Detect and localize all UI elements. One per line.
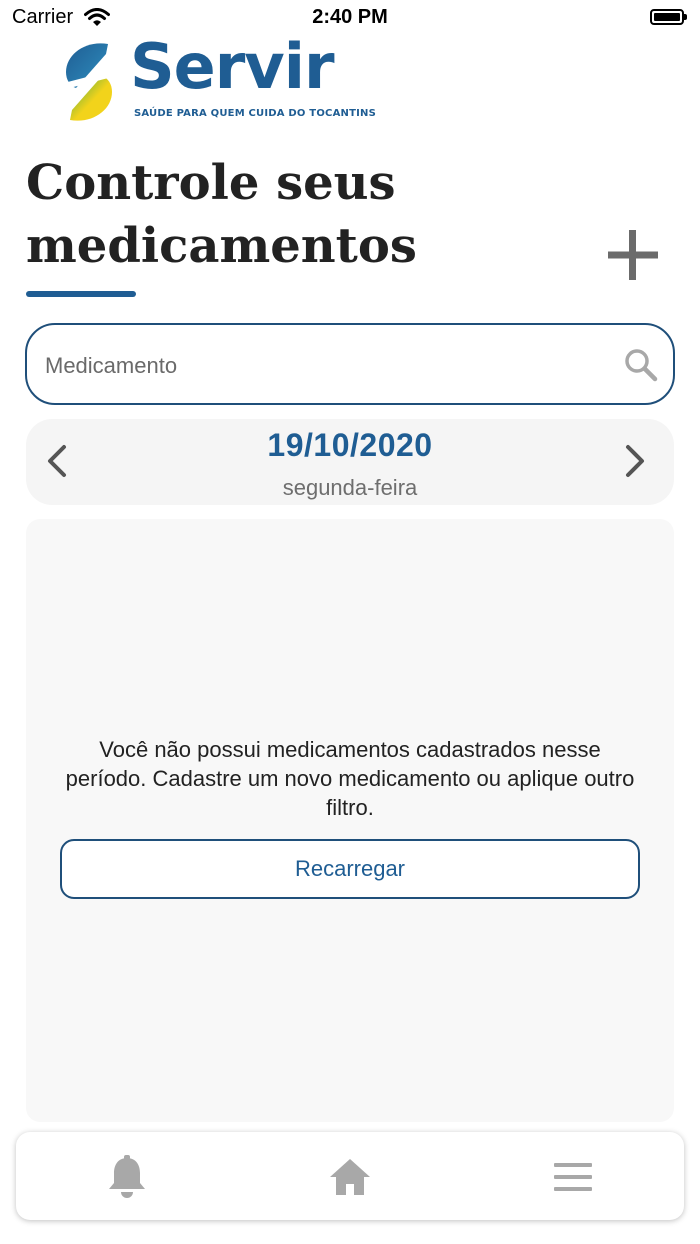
selected-weekday: segunda-feira (282, 475, 418, 500)
medications-list-panel: Você não possui medicamentos cadastrados… (26, 519, 674, 1122)
servir-logo: Servir SAÚDE PARA QUEM CUIDA DO TOCANTIN… (56, 30, 376, 128)
empty-state-message: Você não possui medicamentos cadastrados… (65, 737, 635, 820)
clock: 2:40 PM (312, 6, 388, 28)
logo-tagline: SAÚDE PARA QUEM CUIDA DO TOCANTINS (134, 108, 376, 119)
bottom-tab-bar (16, 1132, 684, 1220)
tab-home[interactable] (325, 1152, 375, 1202)
page-title: Controle seus medicamentos (26, 155, 417, 274)
status-bar: Carrier 2:40 PM (0, 0, 700, 36)
reload-button[interactable]: Recarregar (60, 839, 640, 899)
plus-icon (608, 230, 658, 280)
menu-icon (554, 1163, 592, 1191)
title-underline (26, 291, 136, 297)
chevron-right-icon (626, 445, 644, 477)
search-input[interactable] (43, 343, 607, 389)
search-icon[interactable] (623, 347, 659, 383)
selected-date: 19/10/2020 (267, 427, 433, 463)
battery-icon (650, 9, 687, 25)
search-box (25, 323, 675, 405)
add-medication-button[interactable] (604, 226, 662, 284)
tab-menu[interactable] (548, 1152, 598, 1202)
logo-wordmark: Servir (130, 30, 335, 103)
next-day-button[interactable] (614, 441, 654, 481)
logo-mark-icon (60, 43, 116, 121)
date-navigator: 19/10/2020 segunda-feira (26, 419, 674, 505)
tab-notifications[interactable] (102, 1152, 152, 1202)
bell-icon (109, 1155, 145, 1198)
home-icon (330, 1159, 370, 1195)
